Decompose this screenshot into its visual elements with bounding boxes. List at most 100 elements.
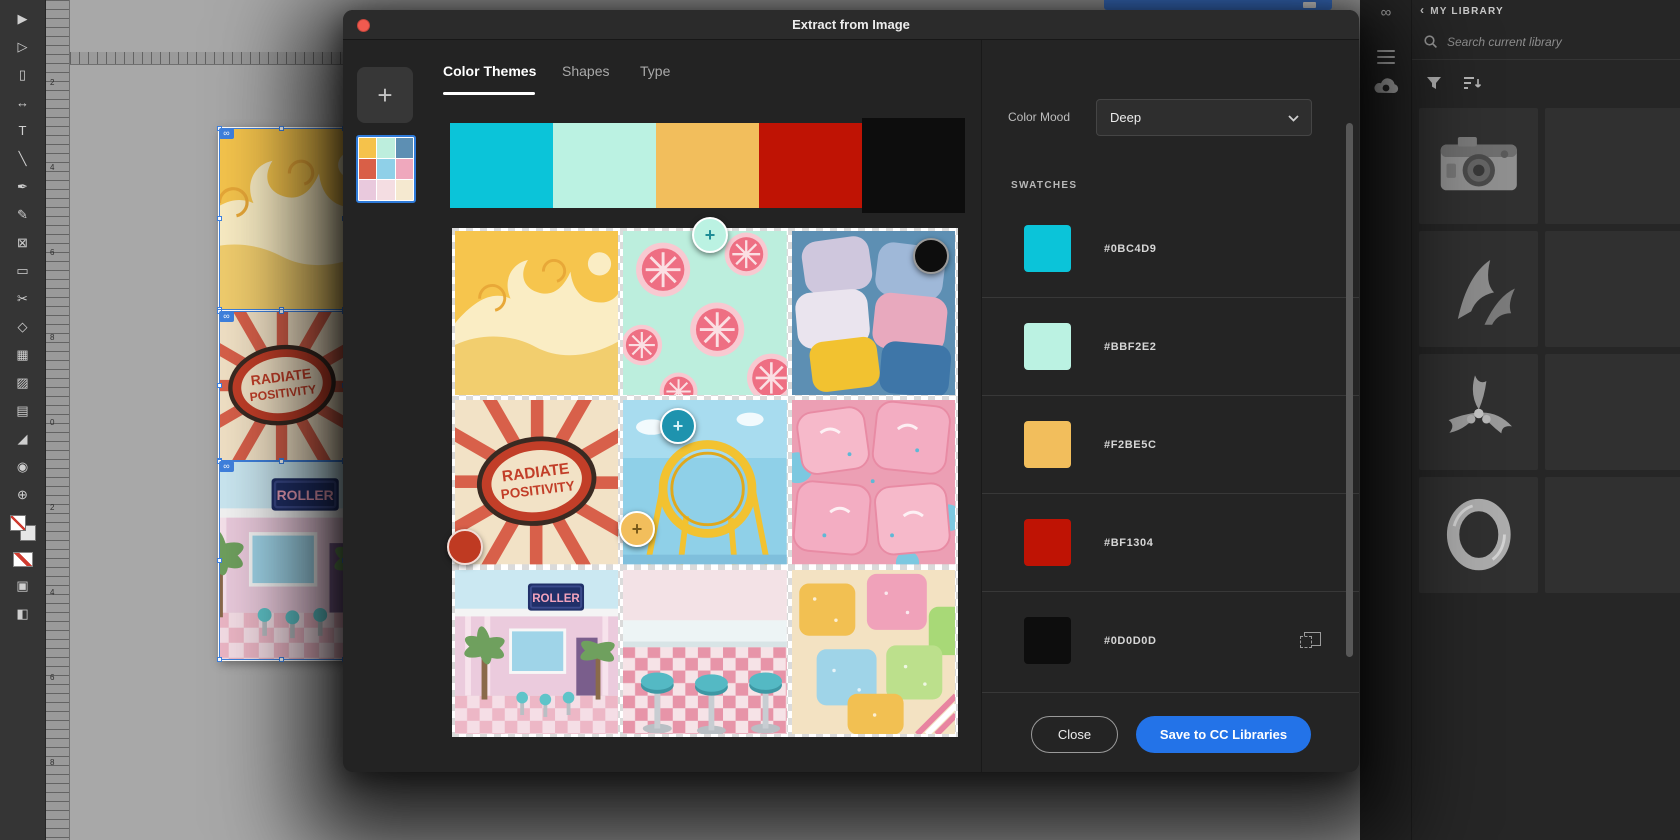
selection-handle[interactable] [217,657,222,662]
collage-image-candy[interactable] [792,400,955,564]
selection-tool[interactable]: ▶ [8,5,38,32]
link-badge-icon[interactable]: ∞ [219,128,234,139]
selection-handle[interactable] [279,657,284,662]
color-picker-dot-red[interactable] [447,529,483,565]
palette-block[interactable] [553,123,656,208]
canvas-frame-diner[interactable]: ∞ [219,461,345,660]
library-item-holly[interactable] [1419,354,1538,470]
layers-panel-row-partial[interactable] [1104,0,1332,10]
thumb-swatch [396,180,413,200]
collage-image-gummies[interactable] [792,570,955,734]
palette-block[interactable] [450,123,553,208]
selection-handle[interactable] [217,216,222,221]
thumb-swatch [359,180,376,200]
save-to-cc-libraries-button[interactable]: Save to CC Libraries [1136,716,1311,753]
extracted-palette-strip [450,123,965,208]
swatch-row[interactable]: #0BC4D9 [982,200,1359,298]
dialog-title: Extract from Image [343,10,1359,40]
hand-tool[interactable]: ◉ [8,453,38,480]
color-picker-dot-mint[interactable]: + [692,217,728,253]
sort-icon[interactable] [1464,76,1482,90]
collage-image-diner-exterior[interactable] [455,570,618,734]
frame-tool[interactable]: ⊠ [8,229,38,256]
source-image-collage: + + + [452,228,958,737]
library-item-ring[interactable] [1419,477,1538,593]
palette-block[interactable] [656,123,759,208]
gap-tool[interactable]: ↔ [8,89,38,116]
color-picker-dot-orange[interactable]: + [619,511,655,547]
thumb-swatch [377,180,394,200]
fill-swatch[interactable] [10,515,26,531]
swatch-row[interactable]: #F2BE5C [982,396,1359,494]
collage-image-wave[interactable] [455,231,618,395]
source-image-thumbnail[interactable] [356,135,416,203]
selection-handle[interactable] [217,558,222,563]
thumb-swatch [359,138,376,158]
tab-shapes[interactable]: Shapes [562,63,609,79]
library-item-placeholder[interactable] [1545,354,1680,470]
library-item-placeholder[interactable] [1545,108,1680,224]
pen-tool[interactable]: ✒ [8,173,38,200]
color-picker-dot-black[interactable] [913,238,949,274]
horizontal-ruler [70,52,346,65]
swatch-row[interactable]: #BF1304 [982,494,1359,592]
tab-color-themes[interactable]: Color Themes [443,63,536,79]
canvas-frame-wave[interactable]: ∞ [219,128,345,310]
copy-swatch-icon[interactable] [1304,632,1321,646]
filter-icon[interactable] [1426,76,1442,90]
swatch-color [1024,225,1071,272]
library-item-camera[interactable] [1419,108,1538,224]
page-tool[interactable]: ▯ [8,61,38,88]
fill-stroke-swatch[interactable] [9,514,37,542]
ruler-number: 4 [50,588,54,597]
library-search-input[interactable] [1445,34,1625,50]
library-item-placeholder[interactable] [1545,477,1680,593]
swatch-row[interactable]: #BBF2E2 [982,298,1359,396]
direct-selection-tool[interactable]: ▷ [8,33,38,60]
swatch-row[interactable]: #0D0D0D [982,592,1359,690]
link-badge-icon[interactable]: ∞ [219,311,234,322]
chevron-left-icon[interactable]: ‹ [1420,3,1425,17]
vertical-ruler: 2 4 6 8 0 2 4 6 8 [46,0,70,840]
close-window-button[interactable] [357,19,370,32]
library-header[interactable]: ‹MY LIBRARY [1420,3,1504,17]
selection-handle[interactable] [279,459,284,464]
canvas-frame-radiate[interactable]: ∞ [219,311,345,461]
thumb-swatch [396,159,413,179]
apply-none-swatch[interactable] [13,552,33,567]
color-picker-dot-teal[interactable]: + [660,408,696,444]
eyedropper-tool[interactable]: ◢ [8,425,38,452]
gradient-tool[interactable]: ▦ [8,341,38,368]
add-image-button[interactable]: + [357,67,413,123]
collage-image-grapefruit[interactable] [623,231,786,395]
type-tool[interactable]: T [8,117,38,144]
selection-handle[interactable] [279,126,284,131]
panel-scrollbar[interactable] [1346,123,1353,657]
tab-type[interactable]: Type [640,63,670,79]
library-item-leaves[interactable] [1419,231,1538,347]
library-item-placeholder[interactable] [1545,231,1680,347]
ruler-number: 4 [50,163,54,172]
selection-handle[interactable] [217,383,222,388]
scissors-tool[interactable]: ✂ [8,285,38,312]
palette-block-active[interactable] [862,118,965,213]
selection-handle[interactable] [279,309,284,314]
note-tool[interactable]: ▤ [8,397,38,424]
screen-mode-tool[interactable]: ▣ [8,572,38,599]
collage-image-diner-interior[interactable] [623,570,786,734]
rectangle-tool[interactable]: ▭ [8,257,38,284]
cloud-sync-icon[interactable] [1360,78,1412,96]
preview-tool[interactable]: ◧ [8,600,38,627]
menu-icon[interactable] [1360,48,1412,66]
color-mood-dropdown[interactable]: Deep [1096,99,1312,136]
gradient-feather-tool[interactable]: ▨ [8,369,38,396]
link-badge-icon[interactable]: ∞ [219,461,234,472]
link-icon[interactable]: ∞ [1360,4,1412,21]
library-filter-row [1412,62,1680,104]
close-button[interactable]: Close [1031,716,1118,753]
pencil-tool[interactable]: ✎ [8,201,38,228]
line-tool[interactable]: ╲ [8,145,38,172]
zoom-tool[interactable]: ⊕ [8,481,38,508]
free-transform-tool[interactable]: ◇ [8,313,38,340]
palette-block[interactable] [759,123,862,208]
